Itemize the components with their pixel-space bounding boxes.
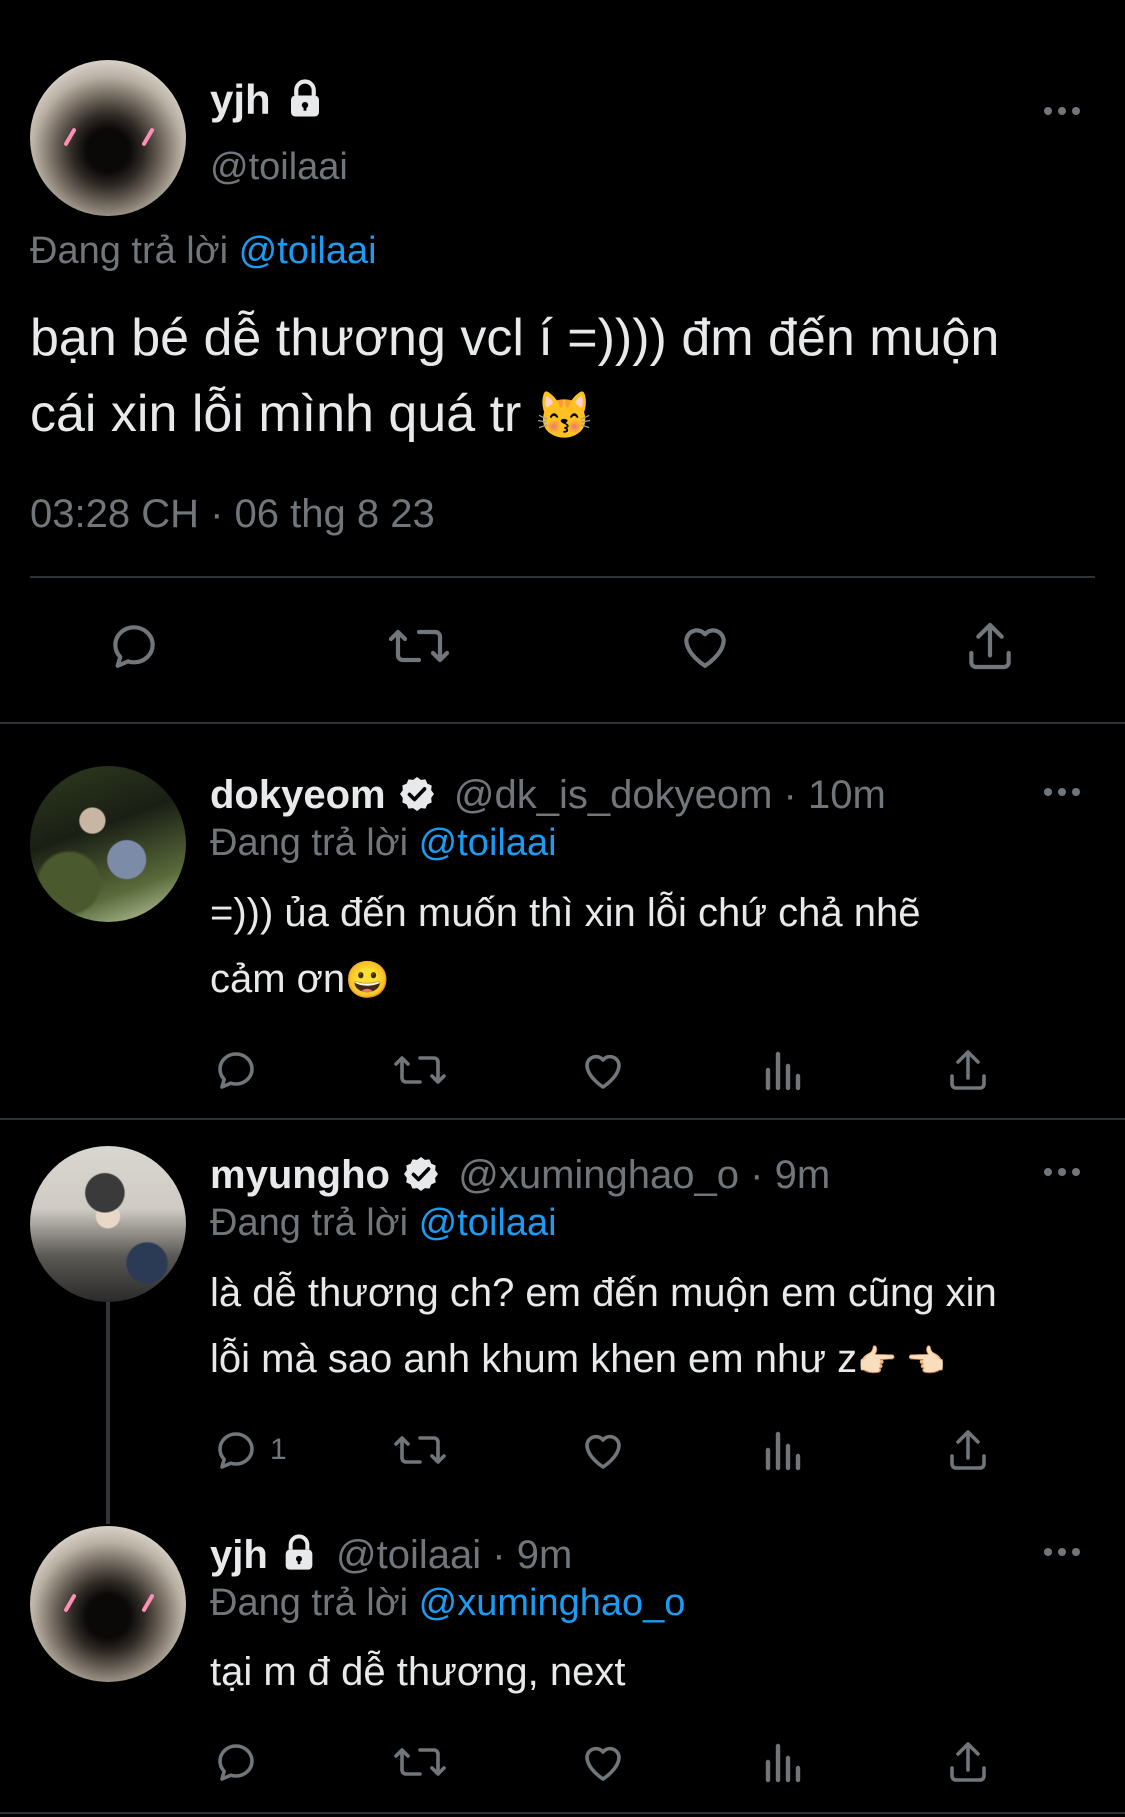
avatar[interactable] [30,766,186,922]
verified-icon [404,1157,439,1192]
like-button[interactable] [578,1426,628,1474]
reply-to-link[interactable]: @toilaai [419,1202,557,1244]
blush-mark [63,1593,77,1613]
reply-context: Đang trả lời @toilaai [30,230,377,272]
lock-icon [285,1534,313,1571]
share-icon [969,622,1011,670]
verified-icon [399,777,434,812]
more-icon[interactable] [1044,107,1080,115]
retweet-button[interactable] [392,1426,448,1474]
author-handle[interactable]: @dk_is_dokyeom [454,773,773,817]
reply-button[interactable] [212,1046,260,1094]
author-name[interactable]: yjh [210,1533,268,1577]
retweet-button[interactable] [392,1046,448,1094]
retweet-button[interactable] [392,1738,448,1786]
share-button[interactable] [962,618,1018,674]
like-button[interactable] [676,618,734,674]
reply-button[interactable] [106,618,162,674]
reply-header: myungho @xuminghao_o · 9m [210,1153,830,1198]
retweet-icon [394,1748,446,1776]
share-button[interactable] [944,1046,992,1094]
tweet-text: bạn bé dễ thương vcl í =)))) đm đến muộn… [30,309,1000,443]
retweet-icon [388,629,450,663]
grinning-emoji: 😀 [345,959,390,1000]
avatar[interactable] [30,1526,186,1682]
reply-context: Đang trả lời @xuminghao_o [210,1582,686,1624]
more-icon[interactable] [1044,788,1080,796]
author-name[interactable]: myungho [210,1153,390,1197]
more-icon[interactable] [1044,1548,1080,1556]
reply-button[interactable] [212,1738,260,1786]
reply-icon [218,1432,254,1469]
author-handle[interactable]: @toilaai [336,1533,481,1577]
like-button[interactable] [578,1738,628,1786]
reply-icon [113,625,155,668]
section-divider [0,1118,1125,1120]
views-icon [765,1743,801,1783]
reply-time[interactable]: · 9m [492,1533,572,1577]
section-divider [0,1812,1125,1814]
like-icon [684,628,726,668]
reply-icon [218,1052,254,1089]
views-button[interactable] [762,1426,806,1474]
blush-mark [63,127,77,147]
thread-line [106,1300,110,1524]
reply-to-link[interactable]: @toilaai [419,822,557,864]
views-button[interactable] [762,1738,806,1786]
reply-to-link[interactable]: @toilaai [239,230,377,272]
blush-mark [141,1593,155,1613]
retweet-button[interactable] [386,618,452,674]
kissing-cat-emoji: 😽 [535,389,594,441]
avatar[interactable] [30,1146,186,1302]
retweet-icon [394,1436,446,1464]
views-icon [765,1051,801,1091]
like-icon [585,1746,621,1781]
share-icon [950,1430,986,1470]
divider [30,576,1095,578]
views-button[interactable] [762,1046,806,1094]
blush-mark [141,127,155,147]
share-icon [950,1742,986,1782]
reply-header: yjh @toilaai · 9m [210,1533,572,1578]
share-button[interactable] [944,1738,992,1786]
like-icon [585,1054,621,1089]
author-handle[interactable]: @toilaai [210,146,348,189]
reply-time[interactable]: · 9m [750,1153,830,1197]
section-divider [0,722,1125,724]
retweet-icon [394,1056,446,1084]
reply-text: là dễ thương ch? em đến muộn em cũng xin… [210,1271,997,1381]
views-icon [765,1431,801,1471]
more-icon[interactable] [1044,1168,1080,1176]
pointing-hands-emoji: 👉🏻 👈🏻 [857,1343,946,1379]
tweet-timestamp[interactable]: 03:28 CH · 06 thg 8 23 [30,492,435,537]
reply-time[interactable]: · 10m [784,773,886,817]
author-name[interactable]: yjh [210,76,326,124]
reply-button[interactable]: 1 [212,1426,287,1474]
reply-to-link[interactable]: @xuminghao_o [419,1582,686,1624]
share-icon [950,1050,986,1090]
avatar[interactable] [30,60,186,216]
author-handle[interactable]: @xuminghao_o [458,1153,739,1197]
reply-header: dokyeom @dk_is_dokyeom · 10m [210,773,886,818]
author-name[interactable]: dokyeom [210,773,386,817]
reply-icon [218,1744,254,1781]
share-button[interactable] [944,1426,992,1474]
like-button[interactable] [578,1046,628,1094]
reply-context: Đang trả lời @toilaai [210,1202,557,1244]
reply-context: Đang trả lời @toilaai [210,822,557,864]
reply-text: =))) ủa đến muốn thì xin lỗi chứ chả nhẽ… [210,891,921,1001]
like-icon [585,1434,621,1469]
lock-icon [291,79,320,117]
reply-text: tại m đ dễ thương, next [210,1650,626,1694]
reply-count: 1 [270,1433,287,1466]
